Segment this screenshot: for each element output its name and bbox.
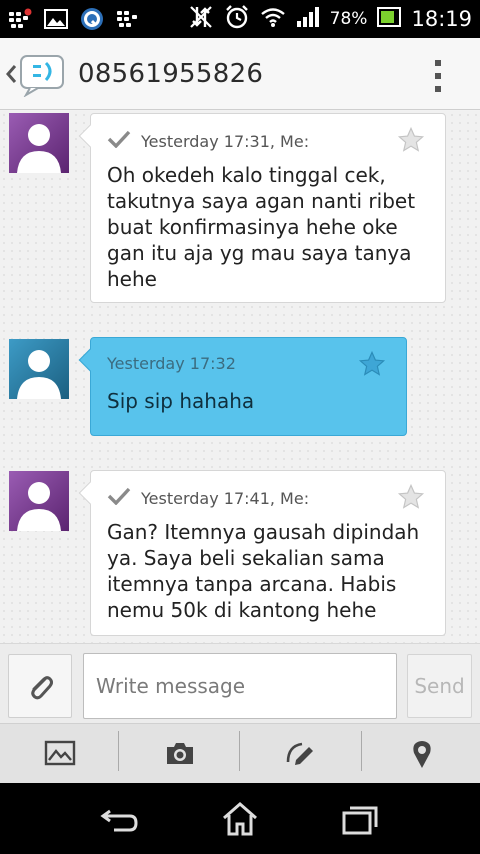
- bbm-icon: [116, 8, 140, 34]
- camera-icon: [167, 743, 193, 764]
- avatar: [9, 471, 69, 531]
- data-off-icon: [188, 4, 214, 34]
- conversation-header: 08561955826: [0, 38, 480, 110]
- message-text: Gan? Itemnya gausah dipindah ya. Saya be…: [107, 520, 420, 622]
- bubble-tail: [78, 124, 102, 148]
- q-app-notification-icon: [80, 7, 104, 35]
- location-icon: [413, 741, 431, 768]
- signal-icon: [296, 6, 320, 32]
- message-meta: Yesterday 17:41, Me:: [107, 487, 309, 509]
- wifi-icon: [260, 6, 286, 32]
- nav-back-icon[interactable]: [100, 801, 140, 837]
- attach-location-button[interactable]: [362, 724, 480, 784]
- message-meta: Yesterday 17:32: [107, 354, 236, 373]
- delivered-check-icon: [107, 487, 131, 509]
- message-text: Oh okedeh kalo tinggal cek, takutnya say…: [107, 163, 416, 291]
- send-button[interactable]: Send: [407, 654, 472, 718]
- message-meta: Yesterday 17:31, Me:: [107, 130, 309, 152]
- picture-icon: [44, 740, 76, 766]
- back-icon[interactable]: [4, 63, 18, 89]
- status-bar: 78% 18:19: [0, 0, 480, 38]
- message-text: Sip sip hahaha: [107, 389, 255, 413]
- message-timestamp: Yesterday 17:31, Me:: [141, 131, 310, 151]
- sketch-icon: [286, 742, 313, 765]
- message-timestamp: Yesterday 17:32: [107, 354, 236, 373]
- attach-button[interactable]: [8, 654, 72, 718]
- notification-icons: [8, 7, 140, 35]
- contact-title: 08561955826: [78, 59, 264, 89]
- system-status-icons: 78% 18:19: [188, 5, 472, 33]
- attach-picture-button[interactable]: [0, 724, 120, 784]
- message-input[interactable]: [83, 653, 397, 719]
- navigation-bar: [0, 783, 480, 854]
- overflow-menu-icon[interactable]: [428, 59, 448, 93]
- battery-icon: [377, 6, 402, 32]
- gallery-notification-icon: [44, 8, 68, 34]
- recent-apps-icon[interactable]: [340, 801, 380, 837]
- message-timestamp: Yesterday 17:41, Me:: [141, 488, 310, 508]
- bbm-notification-icon: [8, 8, 32, 34]
- bubble-tail: [78, 481, 102, 505]
- attachment-bar: [0, 723, 480, 783]
- message-bubble-sent[interactable]: Yesterday 17:31, Me: Oh okedeh kalo ting…: [78, 113, 446, 303]
- star-icon[interactable]: [397, 483, 425, 515]
- messaging-app-icon[interactable]: [18, 53, 68, 101]
- star-icon[interactable]: [397, 126, 425, 158]
- home-icon[interactable]: [220, 801, 260, 837]
- divider: [118, 731, 119, 771]
- clock: 18:19: [411, 7, 472, 31]
- battery-percent: 78%: [329, 9, 368, 29]
- star-icon[interactable]: [358, 350, 386, 382]
- compose-bar: Send: [0, 643, 480, 723]
- attach-camera-button[interactable]: [120, 724, 240, 784]
- attach-sketch-button[interactable]: [240, 724, 360, 784]
- delivered-check-icon: [107, 130, 131, 152]
- bubble-tail: [78, 348, 102, 372]
- message-bubble-sent[interactable]: Yesterday 17:41, Me: Gan? Itemnya gausah…: [78, 470, 446, 636]
- paperclip-icon: [31, 676, 53, 700]
- conversation-list[interactable]: Yesterday 17:31, Me: Oh okedeh kalo ting…: [0, 111, 480, 643]
- alarm-icon: [224, 4, 250, 34]
- avatar: [9, 113, 69, 173]
- avatar: [9, 339, 69, 399]
- message-bubble-received[interactable]: Yesterday 17:32 Sip sip hahaha: [78, 337, 407, 436]
